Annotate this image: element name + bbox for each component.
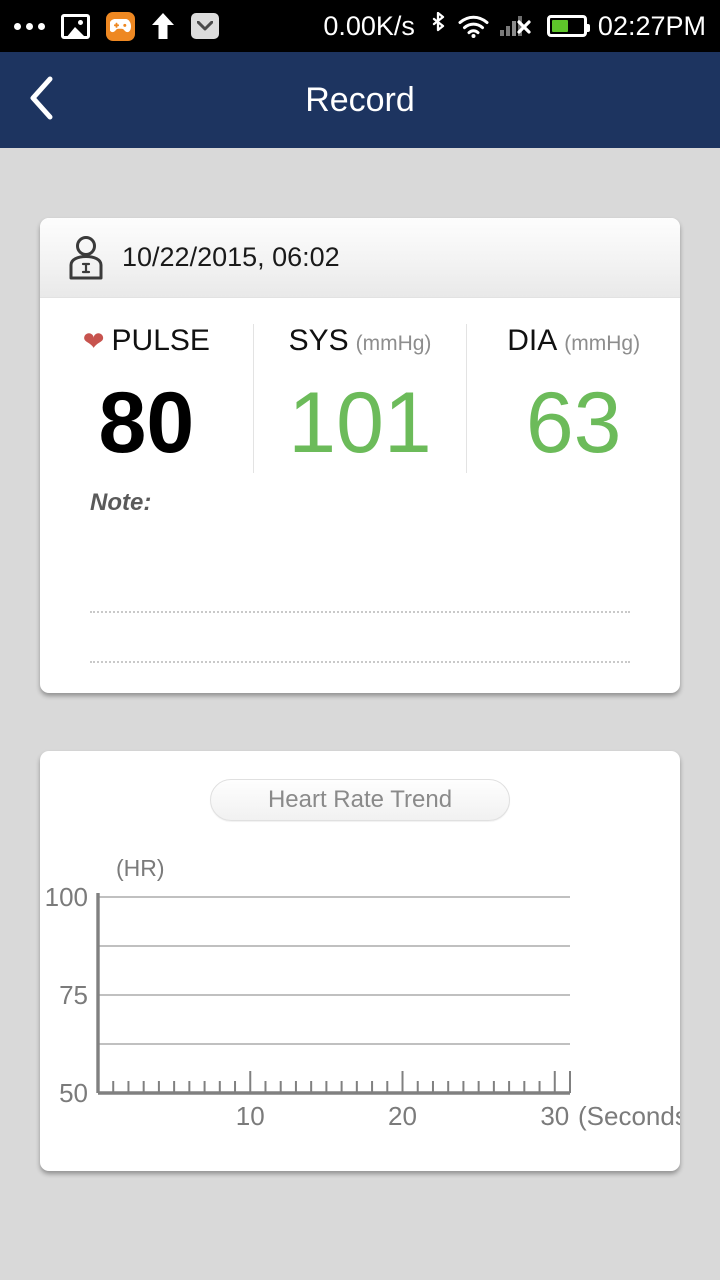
heart-rate-chart: (HR) 100 75 50 10 20 30 (Seconds) bbox=[40, 855, 680, 1145]
chart-y-axis-unit: (HR) bbox=[116, 854, 165, 881]
status-bar-right-icons: 0.00K/s 02:27PM bbox=[323, 11, 706, 42]
vital-dia-unit: (mmHg) bbox=[564, 332, 641, 355]
signal-no-sim-icon bbox=[499, 14, 536, 38]
vital-sys-value: 101 bbox=[288, 375, 432, 471]
bluetooth-icon bbox=[430, 12, 447, 40]
upload-arrow-icon bbox=[151, 12, 175, 40]
vital-sys: SYS (mmHg) 101 bbox=[252, 324, 467, 473]
record-card-header: 10/22/2015, 06:02 bbox=[40, 218, 680, 298]
svg-text:30: 30 bbox=[540, 1101, 569, 1131]
clock-text: 02:27PM bbox=[597, 10, 706, 41]
note-line[interactable] bbox=[90, 563, 630, 613]
status-bar: 0.00K/s 02:27PM bbox=[0, 0, 720, 52]
svg-text:(Seconds): (Seconds) bbox=[578, 1101, 680, 1131]
vital-pulse-header: ❤ PULSE bbox=[83, 324, 210, 368]
photo-icon bbox=[61, 13, 90, 39]
heart-rate-chart-svg: 100 75 50 10 20 30 (Seconds) bbox=[45, 882, 680, 1131]
chevron-left-icon bbox=[28, 76, 54, 125]
record-datetime: 10/22/2015, 06:02 bbox=[122, 242, 340, 272]
svg-text:20: 20 bbox=[388, 1101, 417, 1131]
heart-icon: ❤ bbox=[82, 326, 105, 356]
ellipsis-icon bbox=[14, 22, 45, 30]
page-title: Record bbox=[305, 80, 415, 119]
vital-dia-value: 63 bbox=[525, 375, 622, 471]
person-icon bbox=[66, 235, 106, 280]
vitals-row: ❤ PULSE 80 SYS (mmHg) 101 DIA (mmHg) 63 bbox=[40, 298, 680, 479]
screen-content: 10/22/2015, 06:02 ❤ PULSE 80 SYS (mmHg) … bbox=[0, 218, 720, 1171]
vital-sys-unit: (mmHg) bbox=[355, 332, 432, 355]
status-bar-left-icons bbox=[14, 11, 219, 41]
mail-icon bbox=[191, 13, 219, 39]
game-controller-icon bbox=[106, 11, 135, 41]
chart-title-pill[interactable]: Heart Rate Trend bbox=[210, 778, 510, 821]
vital-dia: DIA (mmHg) 63 bbox=[466, 324, 680, 473]
note-label: Note: bbox=[90, 488, 152, 516]
vital-pulse: ❤ PULSE 80 bbox=[40, 324, 253, 473]
back-button[interactable] bbox=[0, 52, 70, 148]
svg-text:10: 10 bbox=[236, 1101, 265, 1131]
note-line[interactable] bbox=[90, 613, 630, 663]
svg-text:75: 75 bbox=[59, 980, 88, 1010]
vital-pulse-label: PULSE bbox=[111, 324, 210, 357]
svg-text:50: 50 bbox=[59, 1078, 88, 1108]
svg-text:100: 100 bbox=[45, 882, 88, 912]
record-card: 10/22/2015, 06:02 ❤ PULSE 80 SYS (mmHg) … bbox=[40, 218, 680, 693]
network-speed-text: 0.00K/s bbox=[323, 10, 415, 41]
wifi-icon bbox=[458, 15, 489, 38]
vital-sys-header: SYS (mmHg) bbox=[289, 324, 432, 368]
note-section: Note: bbox=[40, 479, 680, 693]
battery-icon bbox=[546, 15, 590, 37]
vital-sys-label: SYS bbox=[288, 324, 349, 357]
vital-dia-header: DIA (mmHg) bbox=[507, 324, 640, 368]
vital-dia-label: DIA bbox=[507, 324, 558, 357]
vital-pulse-value: 80 bbox=[98, 375, 195, 471]
heart-rate-trend-card: Heart Rate Trend (HR) 100 75 50 10 20 30 (Seco… bbox=[40, 750, 680, 1171]
navigation-bar: Record bbox=[0, 52, 720, 148]
